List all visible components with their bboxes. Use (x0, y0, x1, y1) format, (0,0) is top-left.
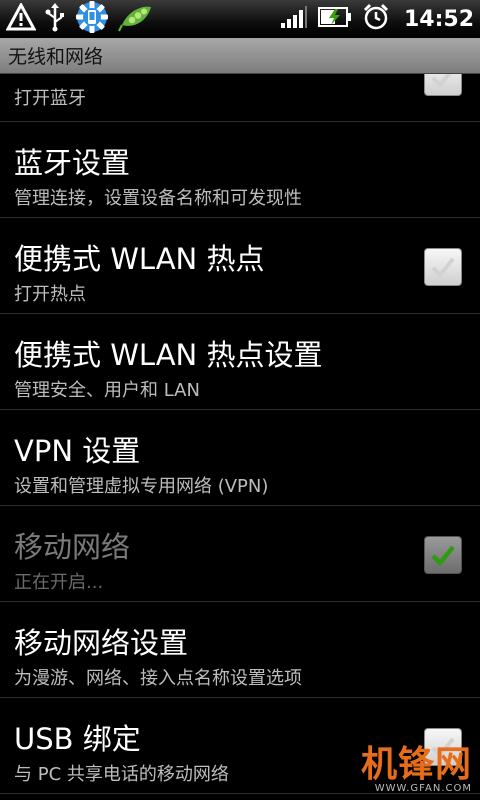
page-title: 无线和网络 (8, 46, 104, 68)
usb-tethering-checkbox[interactable] (424, 728, 462, 766)
check-mark-icon (431, 545, 455, 566)
title-bar: 无线和网络 (0, 38, 480, 74)
warning-icon (5, 1, 37, 35)
settings-list: 打开蓝牙 蓝牙设置 管理连接，设置设备名称和可发现性 便携式 WLAN 热点 打… (0, 74, 480, 800)
list-item-title: 便携式 WLAN 热点设置 (14, 338, 323, 372)
list-item-mobile-network-settings[interactable]: 移动网络设置 为漫游、网络、接入点名称设置选项 (0, 602, 480, 698)
list-item-title: 便携式 WLAN 热点 (14, 242, 265, 276)
list-item-hotspot-settings[interactable]: 便携式 WLAN 热点设置 管理安全、用户和 LAN (0, 314, 480, 410)
list-item-bluetooth-toggle[interactable]: 打开蓝牙 (0, 74, 480, 122)
check-mark-icon (431, 257, 455, 278)
signal-icon (280, 5, 308, 33)
status-time: 14:52 (403, 6, 474, 32)
alarm-clock-icon (362, 3, 390, 35)
hotspot-checkbox[interactable] (424, 248, 462, 286)
list-item-subtitle: 设置和管理虚拟专用网络 (VPN) (14, 476, 269, 497)
settings-icon (74, 0, 110, 39)
list-item-usb-tethering[interactable]: USB 绑定 与 PC 共享电话的移动网络 (0, 698, 480, 794)
list-item-subtitle: 正在开启... (14, 572, 104, 593)
list-item-mobile-network[interactable]: 移动网络 正在开启... (0, 506, 480, 602)
list-item-vpn-settings[interactable]: VPN 设置 设置和管理虚拟专用网络 (VPN) (0, 410, 480, 506)
list-item-title: 蓝牙设置 (14, 146, 131, 180)
check-mark-icon (431, 74, 452, 88)
list-item-subtitle: 与 PC 共享电话的移动网络 (14, 764, 229, 785)
list-item-portable-hotspot[interactable]: 便携式 WLAN 热点 打开热点 (0, 218, 480, 314)
list-item-title: 移动网络 (14, 530, 131, 564)
bluetooth-checkbox[interactable] (424, 74, 462, 96)
battery-charging-icon (317, 6, 352, 32)
list-item-title: VPN 设置 (14, 434, 141, 468)
list-item-subtitle: 管理安全、用户和 LAN (14, 380, 200, 401)
list-item-title: USB 绑定 (14, 722, 141, 756)
list-item-title: 移动网络设置 (14, 626, 189, 660)
list-item-subtitle: 为漫游、网络、接入点名称设置选项 (14, 668, 302, 689)
list-item-subtitle: 管理连接，设置设备名称和可发现性 (14, 188, 302, 209)
list-item-bluetooth-settings[interactable]: 蓝牙设置 管理连接，设置设备名称和可发现性 (0, 122, 480, 218)
mobile-network-checkbox[interactable] (424, 536, 462, 574)
list-item-subtitle: 打开蓝牙 (14, 88, 86, 109)
list-item-subtitle: 打开热点 (14, 284, 86, 305)
pea-pod-icon (118, 1, 154, 37)
usb-icon (44, 2, 66, 36)
status-bar: 14:52 (0, 0, 480, 38)
check-mark-icon (431, 737, 455, 758)
